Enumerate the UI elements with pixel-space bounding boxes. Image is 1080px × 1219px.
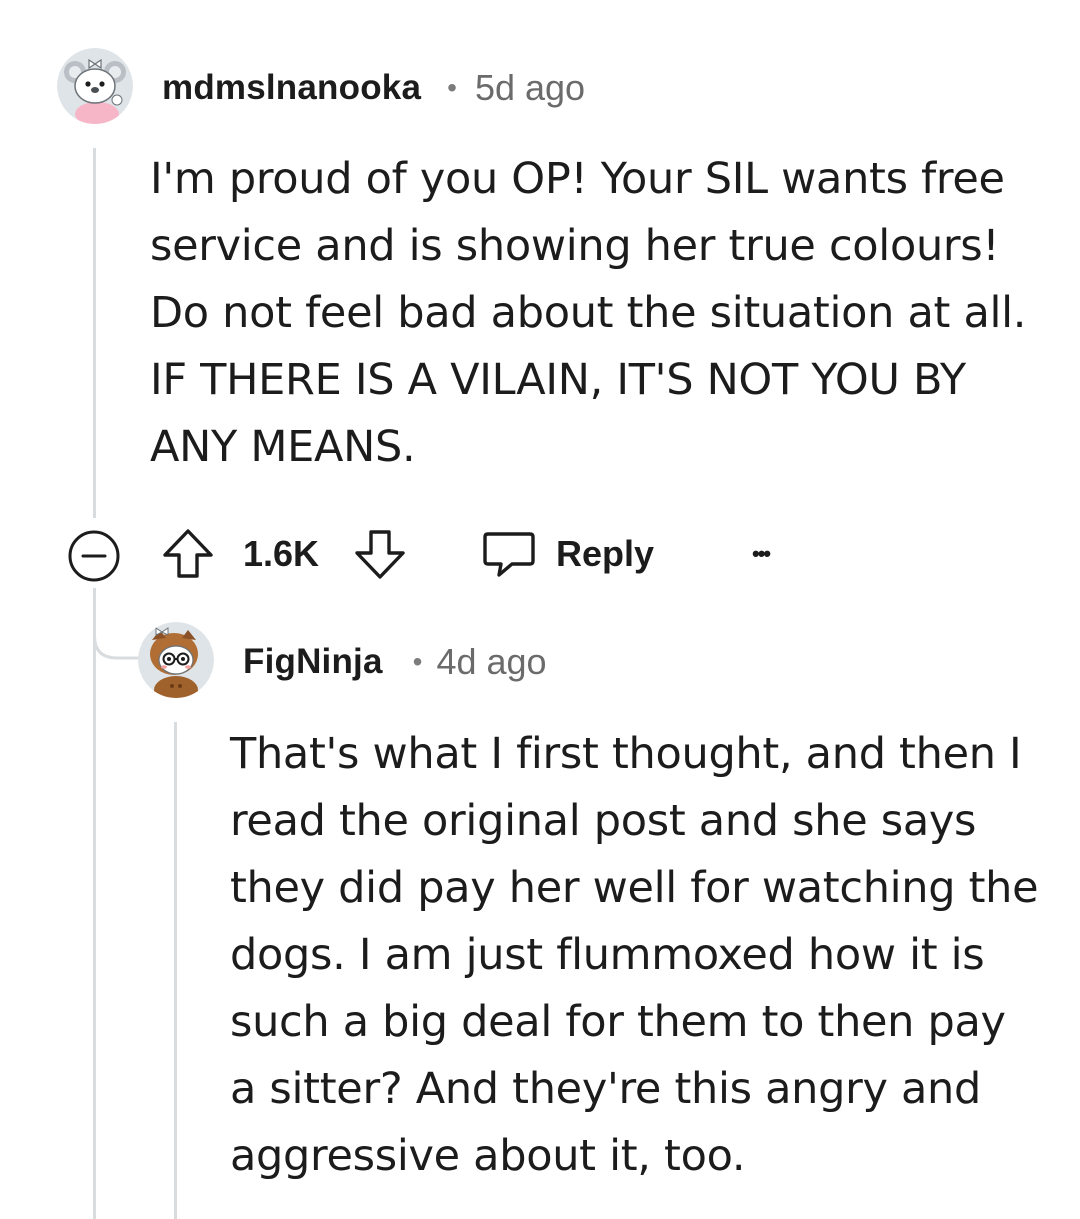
reply-header: FigNinja • 4d ago <box>243 640 547 684</box>
reply-bubble-icon <box>483 532 535 577</box>
thread-collapse-line[interactable] <box>93 148 96 518</box>
comment-body-line: ANY MEANS. <box>150 422 416 472</box>
username[interactable]: FigNinja <box>243 642 383 682</box>
snoo-koala-avatar-icon <box>57 48 133 124</box>
snoo-owl-costume-avatar-icon <box>138 622 214 698</box>
user-avatar[interactable] <box>57 48 133 124</box>
comment-header: mdmslnanooka • 5d ago <box>162 66 585 110</box>
reply-body: That's what I first thought, and then I … <box>230 721 1060 1190</box>
comment-body-line: I'm proud of you OP! Your SIL wants free <box>150 154 1005 204</box>
separator-dot: • <box>447 72 457 103</box>
downvote-arrow-icon <box>355 530 405 579</box>
reply-body-line: aggressive about it, too. <box>230 1131 746 1181</box>
reply-body-line: read the original post and she says <box>230 796 977 846</box>
downvote-button[interactable] <box>352 526 408 582</box>
reply-button[interactable]: Reply <box>482 526 654 582</box>
reply-body-line: That's what I first thought, and then I <box>230 729 1022 779</box>
vote-count: 1.6K <box>243 533 320 574</box>
user-avatar[interactable] <box>138 622 214 698</box>
collapse-button[interactable] <box>67 529 121 583</box>
timestamp: 4d ago <box>436 641 547 682</box>
comment-body: I'm proud of you OP! Your SIL wants free… <box>150 146 1050 481</box>
reply-thread-collapse-line[interactable] <box>174 722 177 1219</box>
reply-body-line: such a big deal for them to then pay <box>230 997 1006 1047</box>
timestamp: 5d ago <box>474 67 586 108</box>
thread-collapse-line[interactable] <box>93 588 96 1219</box>
separator-dot: • <box>412 646 423 677</box>
upvote-arrow-icon <box>163 529 213 578</box>
reply-body-line: a sitter? And they're this angry and <box>230 1064 981 1114</box>
reply-label: Reply <box>556 533 655 574</box>
reply-body-line: dogs. I am just flummoxed how it is <box>230 930 985 980</box>
comment-body-line: service and is showing her true colours! <box>150 221 1000 271</box>
collapse-minus-icon <box>68 530 120 582</box>
upvote-button[interactable] <box>160 526 216 582</box>
more-options-button[interactable]: ••• <box>752 532 771 576</box>
comment-body-line: IF THERE IS A VILAIN, IT'S NOT YOU BY <box>150 355 966 405</box>
username[interactable]: mdmslnanooka <box>162 68 421 108</box>
comment-body-line: Do not feel bad about the situation at a… <box>150 288 1027 338</box>
reply-body-line: they did pay her well for watching the <box>230 863 1039 913</box>
